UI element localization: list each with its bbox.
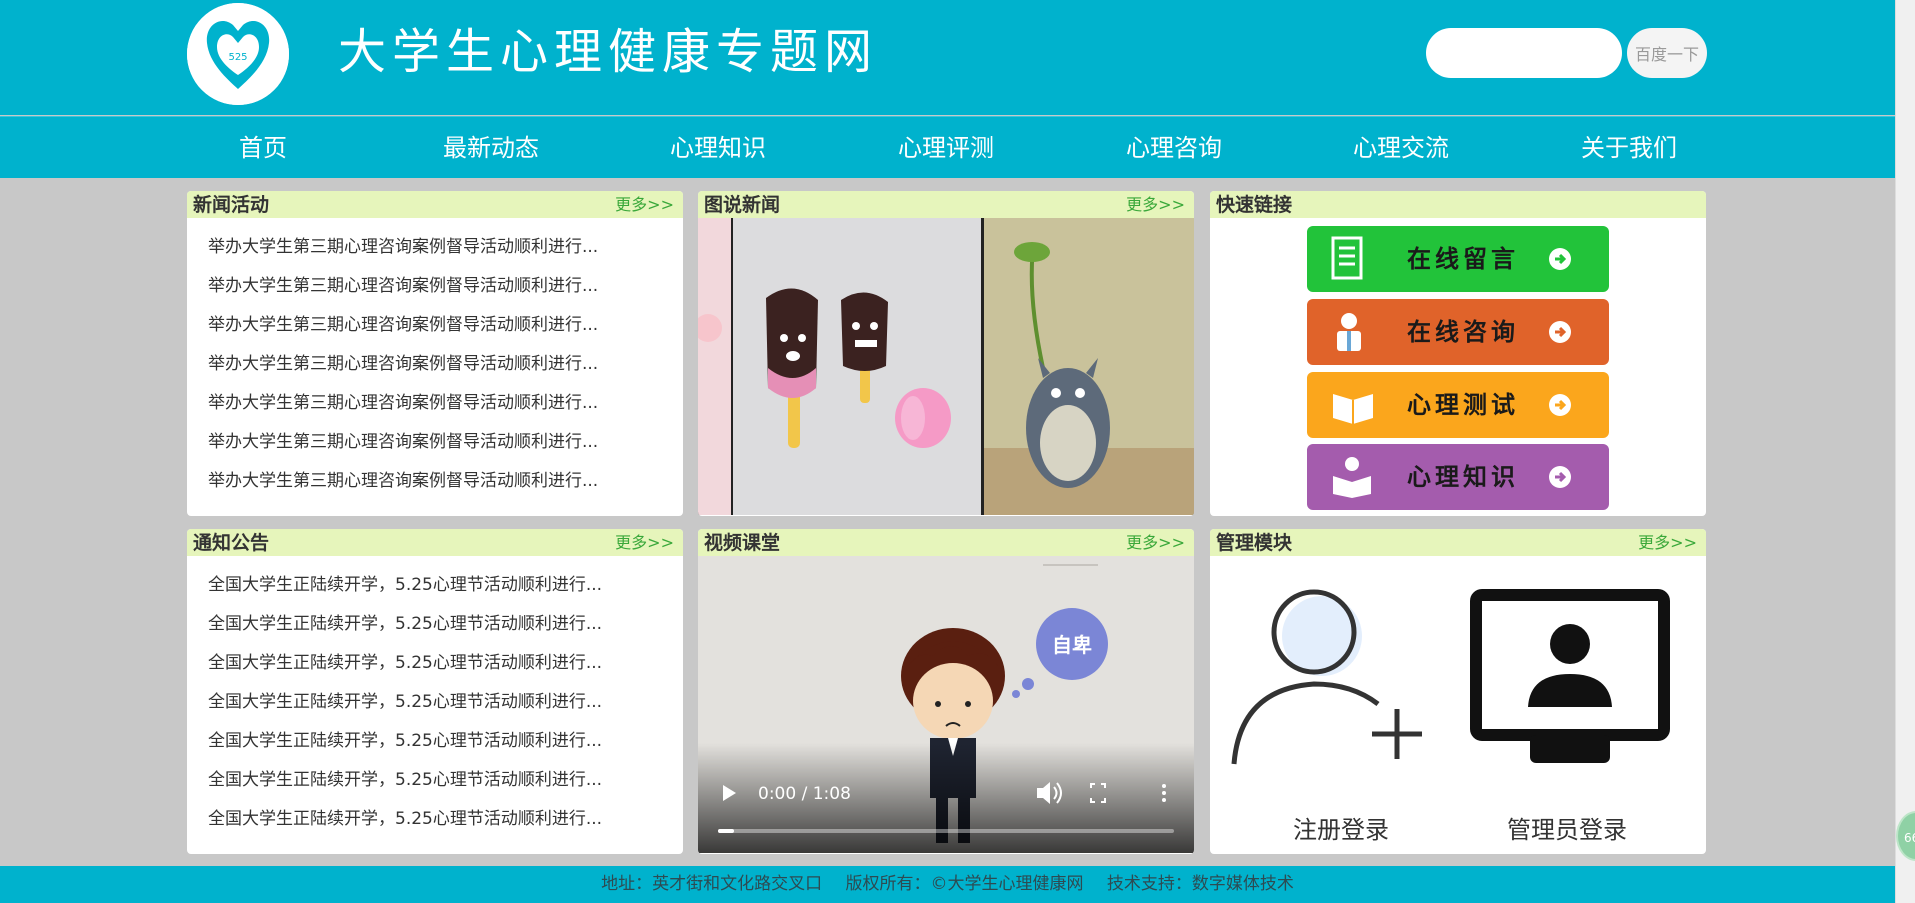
footer-address: 地址：英才街和文化路交叉口 <box>601 874 823 894</box>
arrow-right-icon <box>1549 394 1571 416</box>
quick-link-label: 心理知识 <box>1407 463 1519 491</box>
panel-title: 管理模块 <box>1216 532 1293 554</box>
list-item[interactable]: 全国大学生正陆续开学，5.25心理节活动顺利进行... <box>208 730 683 769</box>
person-icon <box>1337 313 1361 351</box>
news-list: 举办大学生第三期心理咨询案例督导活动顺利进行... 举办大学生第三期心理咨询案例… <box>187 218 683 509</box>
footer-copyright: 版权所有：©大学生心理健康网 <box>845 874 1084 894</box>
picture-carousel[interactable] <box>698 218 1194 515</box>
nav-item-exchange[interactable]: 心理交流 <box>1321 117 1481 179</box>
register-login-link[interactable]: 注册登录 <box>1293 810 1389 845</box>
list-item[interactable]: 全国大学生正陆续开学，5.25心理节活动顺利进行... <box>208 769 683 808</box>
nav-item-about[interactable]: 关于我们 <box>1549 117 1709 179</box>
panel-header: 新闻活动 更多>> <box>187 191 683 218</box>
footer-support: 技术支持：数字媒体技术 <box>1106 874 1294 894</box>
panel-header: 通知公告 更多>> <box>187 529 683 556</box>
list-item[interactable]: 举办大学生第三期心理咨询案例督导活动顺利进行... <box>208 236 683 275</box>
list-item[interactable]: 全国大学生正陆续开学，5.25心理节活动顺利进行... <box>208 613 683 652</box>
more-link[interactable]: 更多>> <box>1126 529 1185 556</box>
reader-icon <box>1333 457 1371 498</box>
admin-monitor-icon[interactable] <box>1470 589 1670 774</box>
more-link[interactable]: 更多>> <box>615 191 674 218</box>
video-time: 0:00 / 1:08 <box>758 784 851 804</box>
panel-title: 视频课堂 <box>704 532 781 554</box>
video-controls: 0:00 / 1:08 <box>698 743 1194 853</box>
list-item[interactable]: 全国大学生正陆续开学，5.25心理节活动顺利进行... <box>208 574 683 613</box>
site-title: 大学生心理健康专题网 <box>338 24 879 80</box>
video-progress-fill <box>718 829 734 833</box>
arrow-right-icon <box>1549 466 1571 488</box>
panel-header: 管理模块 更多>> <box>1210 529 1706 556</box>
arrow-right-icon <box>1549 248 1571 270</box>
nav-item-latest[interactable]: 最新动态 <box>411 117 571 179</box>
online-consult-button[interactable]: 在线咨询 <box>1307 299 1609 365</box>
site-logo[interactable]: 525 <box>187 3 289 105</box>
quick-links-panel: 快速链接 在线留言 在线咨询 心理测试 心理知识 <box>1210 191 1706 516</box>
list-item[interactable]: 举办大学生第三期心理咨询案例督导活动顺利进行... <box>208 275 683 314</box>
nav-item-assessment[interactable]: 心理评测 <box>866 117 1026 179</box>
panel-header: 快速链接 <box>1210 191 1706 218</box>
video-progress-track <box>718 829 1174 833</box>
site-footer: 地址：英才街和文化路交叉口 版权所有：©大学生心理健康网 技术支持：数字媒体技术 <box>0 866 1895 903</box>
page-scrollbar[interactable] <box>1895 0 1915 903</box>
nav-item-home[interactable]: 首页 <box>183 117 343 179</box>
nav-item-knowledge[interactable]: 心理知识 <box>638 117 798 179</box>
more-options-icon <box>1162 784 1166 802</box>
control-bar: 0:00 / 1:08 <box>718 782 1174 833</box>
site-header: 525 大学生心理健康专题网 百度一下 <box>0 0 1895 115</box>
notice-panel: 通知公告 更多>> 全国大学生正陆续开学，5.25心理节活动顺利进行... 全国… <box>187 529 683 854</box>
list-item[interactable]: 举办大学生第三期心理咨询案例督导活动顺利进行... <box>208 314 683 353</box>
panel-title: 快速链接 <box>1216 194 1293 216</box>
search-button[interactable]: 百度一下 <box>1627 28 1707 78</box>
open-book-icon <box>1333 394 1373 424</box>
video-bubble-text: 自卑 <box>1052 633 1092 657</box>
search-input[interactable] <box>1426 28 1622 78</box>
carousel-image <box>698 218 1194 515</box>
panel-title: 新闻活动 <box>193 194 270 216</box>
list-item[interactable]: 举办大学生第三期心理咨询案例督导活动顺利进行... <box>208 353 683 392</box>
picture-news-panel: 图说新闻 更多>> <box>698 191 1194 516</box>
volume-icon <box>1037 782 1062 804</box>
list-item[interactable]: 全国大学生正陆续开学，5.25心理节活动顺利进行... <box>208 652 683 691</box>
quick-link-label: 心理测试 <box>1407 391 1519 419</box>
panel-title: 图说新闻 <box>704 194 781 216</box>
more-link[interactable]: 更多>> <box>1126 191 1185 218</box>
admin-panel: 管理模块 更多>> 注册登录 管理员登录 <box>1210 529 1706 854</box>
fullscreen-icon <box>1090 783 1106 803</box>
quick-link-label: 在线咨询 <box>1407 318 1519 346</box>
panel-title: 通知公告 <box>193 532 270 554</box>
video-player[interactable]: 自卑 0:00 / 1:08 <box>698 556 1194 853</box>
logo-text: 525 <box>228 52 247 63</box>
list-item[interactable]: 举办大学生第三期心理咨询案例督导活动顺利进行... <box>208 392 683 431</box>
more-link[interactable]: 更多>> <box>1638 529 1697 556</box>
play-icon <box>723 785 736 801</box>
list-item[interactable]: 举办大学生第三期心理咨询案例督导活动顺利进行... <box>208 470 683 509</box>
main-nav: 首页 最新动态 心理知识 心理评测 心理咨询 心理交流 关于我们 <box>0 116 1895 178</box>
online-message-button[interactable]: 在线留言 <box>1307 226 1609 292</box>
heart-hands-icon: 525 <box>187 3 289 105</box>
document-icon <box>1331 236 1363 280</box>
psych-test-button[interactable]: 心理测试 <box>1307 372 1609 438</box>
arrow-right-icon <box>1549 321 1571 343</box>
more-link[interactable]: 更多>> <box>615 529 674 556</box>
panel-header: 视频课堂 更多>> <box>698 529 1194 556</box>
psych-knowledge-button[interactable]: 心理知识 <box>1307 444 1609 510</box>
nav-item-consult[interactable]: 心理咨询 <box>1094 117 1254 179</box>
user-add-icon[interactable] <box>1230 584 1430 784</box>
notice-list: 全国大学生正陆续开学，5.25心理节活动顺利进行... 全国大学生正陆续开学，5… <box>187 556 683 847</box>
list-item[interactable]: 全国大学生正陆续开学，5.25心理节活动顺利进行... <box>208 808 683 847</box>
list-item[interactable]: 举办大学生第三期心理咨询案例督导活动顺利进行... <box>208 431 683 470</box>
list-item[interactable]: 全国大学生正陆续开学，5.25心理节活动顺利进行... <box>208 691 683 730</box>
admin-login-link[interactable]: 管理员登录 <box>1507 810 1627 845</box>
news-panel: 新闻活动 更多>> 举办大学生第三期心理咨询案例督导活动顺利进行... 举办大学… <box>187 191 683 516</box>
panel-header: 图说新闻 更多>> <box>698 191 1194 218</box>
video-panel: 视频课堂 更多>> 自卑 0:00 / 1:08 <box>698 529 1194 854</box>
quick-link-label: 在线留言 <box>1407 245 1519 273</box>
